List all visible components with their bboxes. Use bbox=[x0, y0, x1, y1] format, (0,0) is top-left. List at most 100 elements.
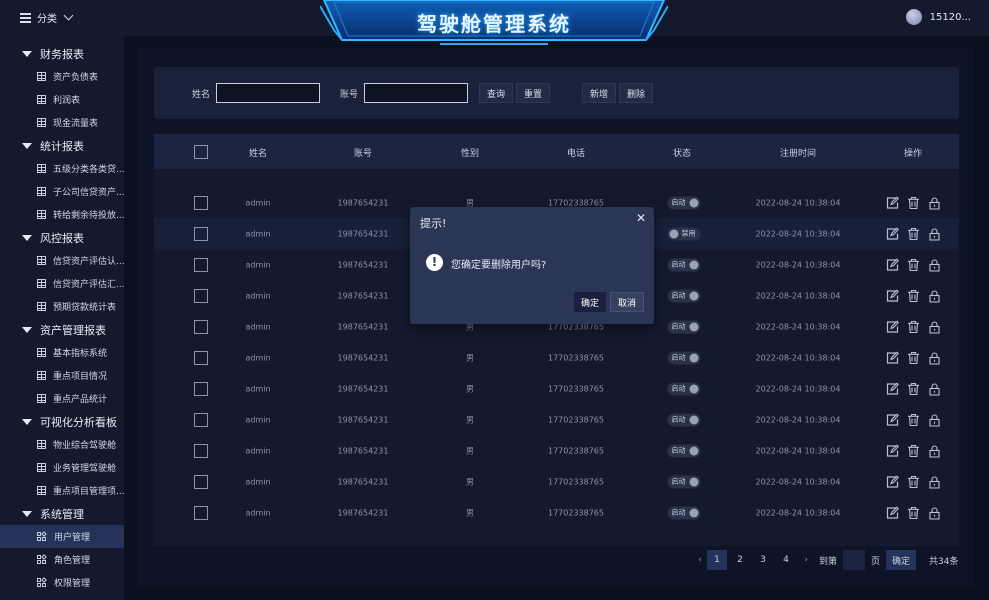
sidebar-group[interactable]: 统计报表 bbox=[0, 134, 124, 157]
sidebar-item[interactable]: 重点产品统计 bbox=[0, 387, 124, 410]
edit-icon[interactable] bbox=[886, 506, 899, 519]
trash-icon[interactable] bbox=[907, 351, 920, 364]
trash-icon[interactable] bbox=[907, 258, 920, 271]
select-all-checkbox[interactable] bbox=[194, 145, 208, 159]
sidebar-group[interactable]: 可视化分析看板 bbox=[0, 410, 124, 433]
page-button[interactable]: 1 bbox=[707, 550, 727, 570]
trash-icon[interactable] bbox=[907, 289, 920, 302]
sidebar-item[interactable]: 转给剩余待投放... bbox=[0, 203, 124, 226]
row-checkbox[interactable] bbox=[194, 443, 208, 458]
lock-icon[interactable] bbox=[928, 444, 941, 457]
status-toggle[interactable]: 启动 bbox=[667, 196, 701, 209]
close-icon[interactable]: ✕ bbox=[636, 211, 646, 225]
lock-icon[interactable] bbox=[928, 506, 941, 519]
edit-icon[interactable] bbox=[886, 444, 899, 457]
status-toggle[interactable]: 启动 bbox=[667, 258, 701, 271]
row-checkbox[interactable] bbox=[194, 350, 208, 365]
row-checkbox[interactable] bbox=[194, 226, 208, 241]
category-menu-toggle[interactable]: 分类 bbox=[20, 10, 74, 25]
sidebar-item[interactable]: 权限管理 bbox=[0, 571, 124, 594]
prev-page-icon[interactable]: ‹ bbox=[693, 555, 707, 565]
page-button[interactable]: 3 bbox=[753, 550, 773, 570]
status-toggle[interactable]: 启动 bbox=[667, 289, 701, 302]
row-checkbox[interactable] bbox=[194, 381, 208, 396]
page-button[interactable]: 2 bbox=[730, 550, 750, 570]
delete-button[interactable]: 删除 bbox=[619, 83, 654, 103]
sidebar-item[interactable]: 物业综合驾驶舱 bbox=[0, 433, 124, 456]
sidebar-item[interactable]: 信贷资产评估汇... bbox=[0, 272, 124, 295]
status-toggle[interactable]: 禁用 bbox=[667, 227, 701, 240]
edit-icon[interactable] bbox=[886, 475, 899, 488]
sidebar-item[interactable]: 用户管理 bbox=[0, 525, 124, 548]
trash-icon[interactable] bbox=[907, 227, 920, 240]
edit-icon[interactable] bbox=[886, 289, 899, 302]
goto-confirm-button[interactable]: 确定 bbox=[886, 550, 917, 570]
status-toggle[interactable]: 启动 bbox=[667, 475, 701, 488]
lock-icon[interactable] bbox=[928, 382, 941, 395]
account-input[interactable] bbox=[364, 83, 468, 103]
status-toggle[interactable]: 启动 bbox=[667, 413, 701, 426]
sidebar-group[interactable]: 风控报表 bbox=[0, 226, 124, 249]
row-checkbox[interactable] bbox=[194, 505, 208, 520]
row-checkbox[interactable] bbox=[194, 257, 208, 272]
add-button[interactable]: 新增 bbox=[582, 83, 617, 103]
edit-icon[interactable] bbox=[886, 351, 899, 364]
sidebar-group[interactable]: 财务报表 bbox=[0, 42, 124, 65]
sidebar-group[interactable]: 资产管理报表 bbox=[0, 318, 124, 341]
next-page-icon[interactable]: › bbox=[799, 555, 813, 565]
dialog-cancel-button[interactable]: 取消 bbox=[610, 292, 645, 312]
row-checkbox[interactable] bbox=[194, 195, 208, 210]
lock-icon[interactable] bbox=[928, 351, 941, 364]
edit-icon[interactable] bbox=[886, 258, 899, 271]
lock-icon[interactable] bbox=[928, 413, 941, 426]
sidebar-item[interactable]: 子公司信贷资产... bbox=[0, 180, 124, 203]
sidebar-item[interactable]: 角色管理 bbox=[0, 548, 124, 571]
sidebar-item[interactable]: 预期贷款统计表 bbox=[0, 295, 124, 318]
trash-icon[interactable] bbox=[907, 413, 920, 426]
page-button[interactable]: 4 bbox=[776, 550, 796, 570]
sidebar-item[interactable]: 重点项目情况 bbox=[0, 364, 124, 387]
lock-icon[interactable] bbox=[928, 258, 941, 271]
table-icon bbox=[37, 256, 46, 265]
lock-icon[interactable] bbox=[928, 475, 941, 488]
lock-icon[interactable] bbox=[928, 320, 941, 333]
row-checkbox[interactable] bbox=[194, 474, 208, 489]
dialog-ok-button[interactable]: 确定 bbox=[574, 292, 607, 312]
query-button[interactable]: 查询 bbox=[479, 83, 514, 103]
lock-icon[interactable] bbox=[928, 196, 941, 209]
goto-page-input[interactable] bbox=[843, 550, 866, 570]
status-toggle[interactable]: 启动 bbox=[667, 320, 701, 333]
trash-icon[interactable] bbox=[907, 196, 920, 209]
status-toggle[interactable]: 启动 bbox=[667, 506, 701, 519]
sidebar-item[interactable]: 业务管理驾驶舱 bbox=[0, 456, 124, 479]
trash-icon[interactable] bbox=[907, 382, 920, 395]
edit-icon[interactable] bbox=[886, 320, 899, 333]
sidebar-group[interactable]: 系统管理 bbox=[0, 502, 124, 525]
row-checkbox[interactable] bbox=[194, 412, 208, 427]
lock-icon[interactable] bbox=[928, 227, 941, 240]
sidebar-item[interactable]: 现金流量表 bbox=[0, 111, 124, 134]
sidebar-item[interactable]: 基本指标系统 bbox=[0, 341, 124, 364]
status-toggle[interactable]: 启动 bbox=[667, 351, 701, 364]
edit-icon[interactable] bbox=[886, 413, 899, 426]
status-toggle[interactable]: 启动 bbox=[667, 444, 701, 457]
status-toggle[interactable]: 启动 bbox=[667, 382, 701, 395]
trash-icon[interactable] bbox=[907, 444, 920, 457]
trash-icon[interactable] bbox=[907, 506, 920, 519]
trash-icon[interactable] bbox=[907, 320, 920, 333]
sidebar-item[interactable]: 五级分类各类贷... bbox=[0, 157, 124, 180]
sidebar-item[interactable]: 资产负债表 bbox=[0, 65, 124, 88]
reset-button[interactable]: 重置 bbox=[516, 83, 551, 103]
lock-icon[interactable] bbox=[928, 289, 941, 302]
row-checkbox[interactable] bbox=[194, 319, 208, 334]
trash-icon[interactable] bbox=[907, 475, 920, 488]
name-input[interactable] bbox=[216, 83, 320, 103]
edit-icon[interactable] bbox=[886, 382, 899, 395]
user-menu[interactable]: 15120... bbox=[905, 9, 971, 25]
edit-icon[interactable] bbox=[886, 227, 899, 240]
sidebar-item[interactable]: 利润表 bbox=[0, 88, 124, 111]
sidebar-item[interactable]: 信贷资产评估认... bbox=[0, 249, 124, 272]
row-checkbox[interactable] bbox=[194, 288, 208, 303]
edit-icon[interactable] bbox=[886, 196, 899, 209]
sidebar-item[interactable]: 重点项目管理项... bbox=[0, 479, 124, 502]
